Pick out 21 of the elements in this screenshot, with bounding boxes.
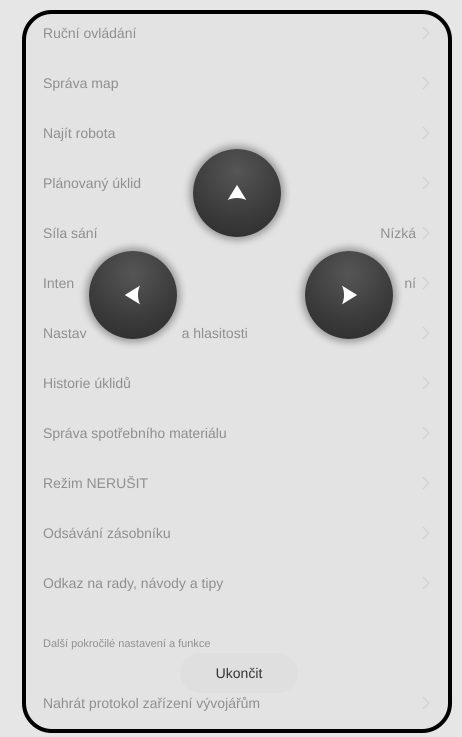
section-header: Další pokročilé nastavení a funkce [43,638,211,650]
menu-item-label[interactable]: Nahrát protokol zařízení vývojářům [43,695,260,711]
menu-item-label[interactable]: Ruční ovládání [43,25,136,41]
left-arrow-button[interactable] [89,251,177,339]
menu-item-label[interactable]: Odkaz na rady, návody a tipy [43,575,224,591]
up-arrow-button[interactable] [193,149,281,237]
menu-item-label[interactable]: Nastav [43,325,87,341]
menu-item-label[interactable]: Plánovaný úklid [43,175,142,191]
menu-item-value: Nízká [380,225,416,241]
menu-item-label[interactable]: Najít robota [43,125,116,141]
menu-item-label[interactable]: Správa map [43,75,118,91]
menu-item-label[interactable]: Režim NERUŠIT [43,475,148,491]
menu-item-label[interactable]: Inten [43,275,74,291]
exit-button[interactable]: Ukončit [180,653,298,693]
menu-item-label[interactable]: Odsávání zásobníku [43,525,171,541]
menu-item-label[interactable]: Správa spotřebního materiálu [43,425,227,441]
right-arrow-button[interactable] [305,251,393,339]
menu-item-label[interactable]: Historie úklidů [43,375,131,391]
menu-item-value: ní [404,275,416,291]
menu-item-label[interactable]: Síla sání [43,225,98,241]
menu-item-label[interactable]: a hlasitosti [182,325,248,341]
